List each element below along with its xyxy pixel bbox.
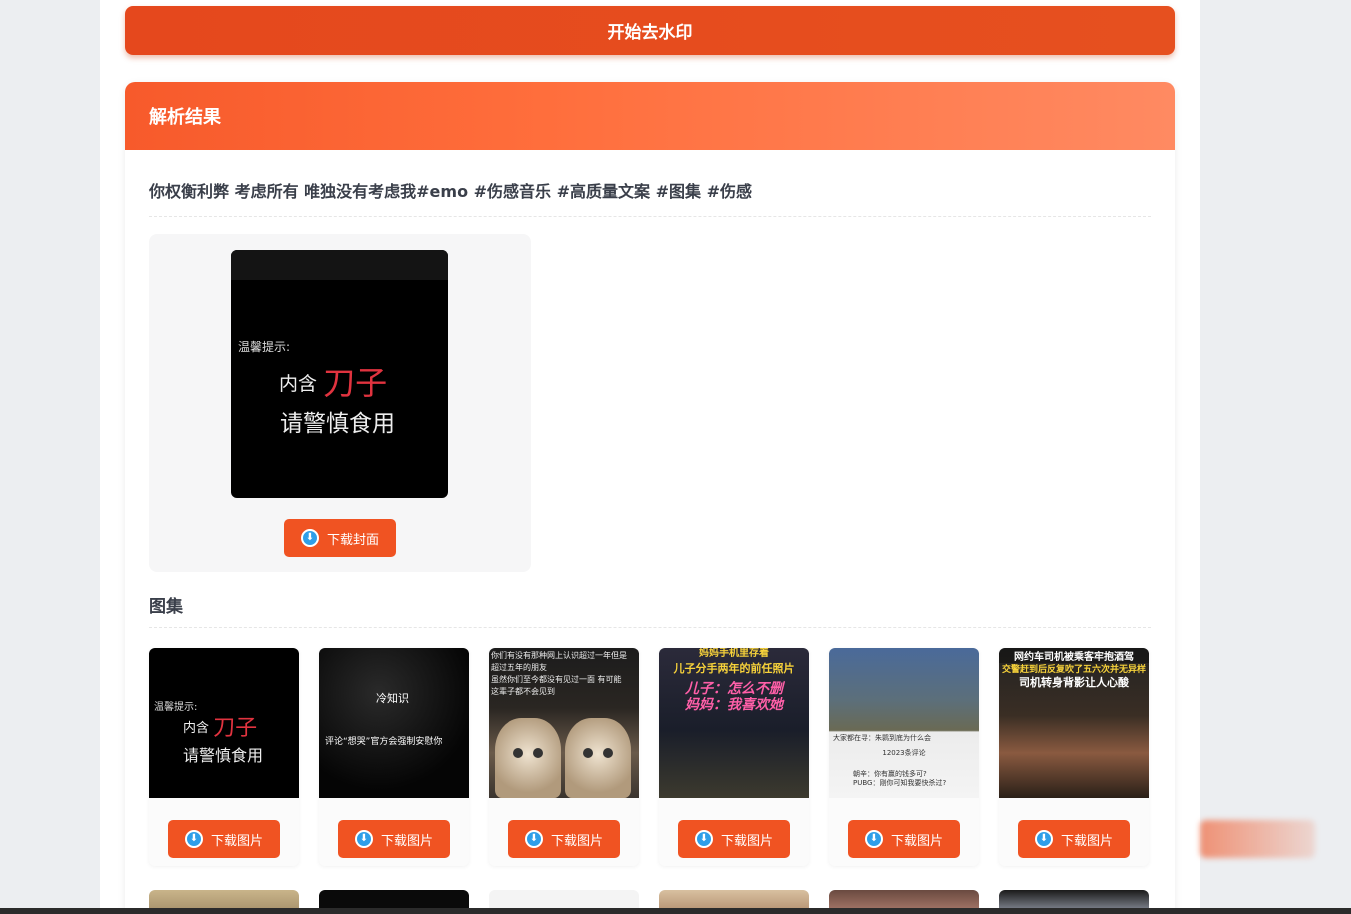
- gallery-item: 冷知识 评论“想哭”官方会强制安慰你 ⬇ 下载图片: [319, 648, 469, 866]
- download-icon: ⬇: [1034, 830, 1053, 848]
- post-title: 你权衡利弊 考虑所有 唯独没有考虑我#emo #伤感音乐 #高质量文案 #图集 …: [149, 178, 1151, 217]
- result-header: 解析结果: [125, 82, 1175, 150]
- cover-warn-highlight: 刀子: [323, 364, 388, 402]
- download-icon: ⬇: [300, 529, 319, 547]
- result-header-title: 解析结果: [149, 107, 221, 128]
- download-image-label: 下载图片: [380, 833, 433, 849]
- start-button-label: 开始去水印: [607, 23, 693, 43]
- gallery-item: 大家都在寻：朱鹮到底为什么会 12023条评论 朝辛：你有赢的钱多可? PUBG…: [829, 648, 979, 866]
- download-image-button[interactable]: ⬇ 下载图片: [848, 820, 960, 858]
- download-image-label: 下载图片: [890, 833, 943, 849]
- download-icon: ⬇: [524, 830, 543, 848]
- gallery-item: 妈妈手机里存着 儿子分手两年的前任照片 儿子：怎么不删 妈妈：我喜欢她 ⬇ 下载…: [659, 648, 809, 866]
- download-cover-label: 下载封面: [326, 532, 379, 548]
- download-icon: ⬇: [864, 830, 883, 848]
- download-image-button[interactable]: ⬇ 下载图片: [1018, 820, 1130, 858]
- gallery-grid: 温馨提示: 内含 刀子 请警慎食用 ⬇ 下载图片 冷知识 评论“想哭”官方会强制…: [149, 648, 1159, 868]
- gallery-item: 网约车司机被乘客牢抱酒驾 交警赶到后反复吹了五六次并无异样 司机转身背影让人心酸…: [999, 648, 1149, 866]
- download-image-button[interactable]: ⬇ 下载图片: [678, 820, 790, 858]
- cover-warn-small: 温馨提示:: [238, 340, 291, 354]
- download-icon: ⬇: [354, 830, 373, 848]
- download-cover-button[interactable]: ⬇ 下载封面: [284, 519, 396, 557]
- download-icon: ⬇: [184, 830, 203, 848]
- download-image-button[interactable]: ⬇ 下载图片: [508, 820, 620, 858]
- gallery-item: 你们有没有那种网上认识超过一年但是 超过五年的朋友 虽然你们至今都没有见过一面 …: [489, 648, 639, 866]
- gallery-image: 妈妈手机里存着 儿子分手两年的前任照片 儿子：怎么不删 妈妈：我喜欢她: [659, 648, 809, 798]
- download-image-button[interactable]: ⬇ 下载图片: [168, 820, 280, 858]
- gallery-image: 你们有没有那种网上认识超过一年但是 超过五年的朋友 虽然你们至今都没有见过一面 …: [489, 648, 639, 798]
- download-image-label: 下载图片: [720, 833, 773, 849]
- download-image-button[interactable]: ⬇ 下载图片: [338, 820, 450, 858]
- download-image-label: 下载图片: [1060, 833, 1113, 849]
- taskbar: [0, 908, 1351, 914]
- gallery-image: 冷知识 评论“想哭”官方会强制安慰你: [319, 648, 469, 798]
- result-panel: 解析结果 你权衡利弊 考虑所有 唯独没有考虑我#emo #伤感音乐 #高质量文案…: [125, 82, 1175, 914]
- cover-warn-line1: 内含 刀子: [279, 364, 388, 402]
- gallery-image: 网约车司机被乘客牢抱酒驾 交警赶到后反复吹了五六次并无异样 司机转身背影让人心酸: [999, 648, 1149, 798]
- gallery-title: 图集: [149, 592, 1151, 628]
- gallery-image: 温馨提示: 内含 刀子 请警慎食用: [149, 648, 299, 798]
- floating-blur-overlay: [1200, 820, 1315, 858]
- download-image-label: 下载图片: [210, 833, 263, 849]
- start-remove-watermark-button[interactable]: 开始去水印: [125, 6, 1175, 55]
- gallery-image: 大家都在寻：朱鹮到底为什么会 12023条评论 朝辛：你有赢的钱多可? PUBG…: [829, 648, 979, 798]
- cover-warn-line2: 请警慎食用: [280, 411, 395, 437]
- download-icon: ⬇: [694, 830, 713, 848]
- download-image-label: 下载图片: [550, 833, 603, 849]
- cover-card: 温馨提示: 内含 刀子 请警慎食用 ⬇ 下载封面: [149, 234, 531, 572]
- gallery-item: 温馨提示: 内含 刀子 请警慎食用 ⬇ 下载图片: [149, 648, 299, 866]
- cover-image: 温馨提示: 内含 刀子 请警慎食用: [231, 250, 448, 498]
